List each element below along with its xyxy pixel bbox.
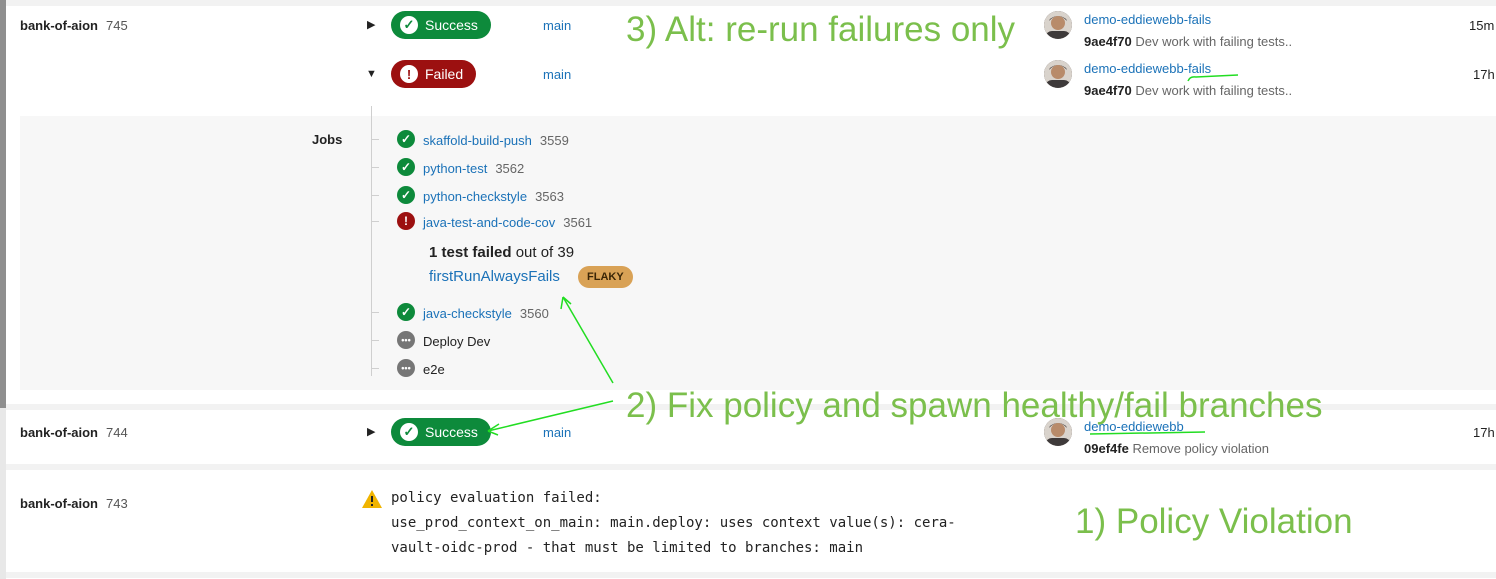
underline-demo (1089, 431, 1206, 435)
underline-fails (1187, 74, 1239, 82)
annotation-arrows (487, 74, 1239, 436)
arrow-to-flaky (562, 296, 614, 384)
arrow-to-success (487, 400, 614, 432)
